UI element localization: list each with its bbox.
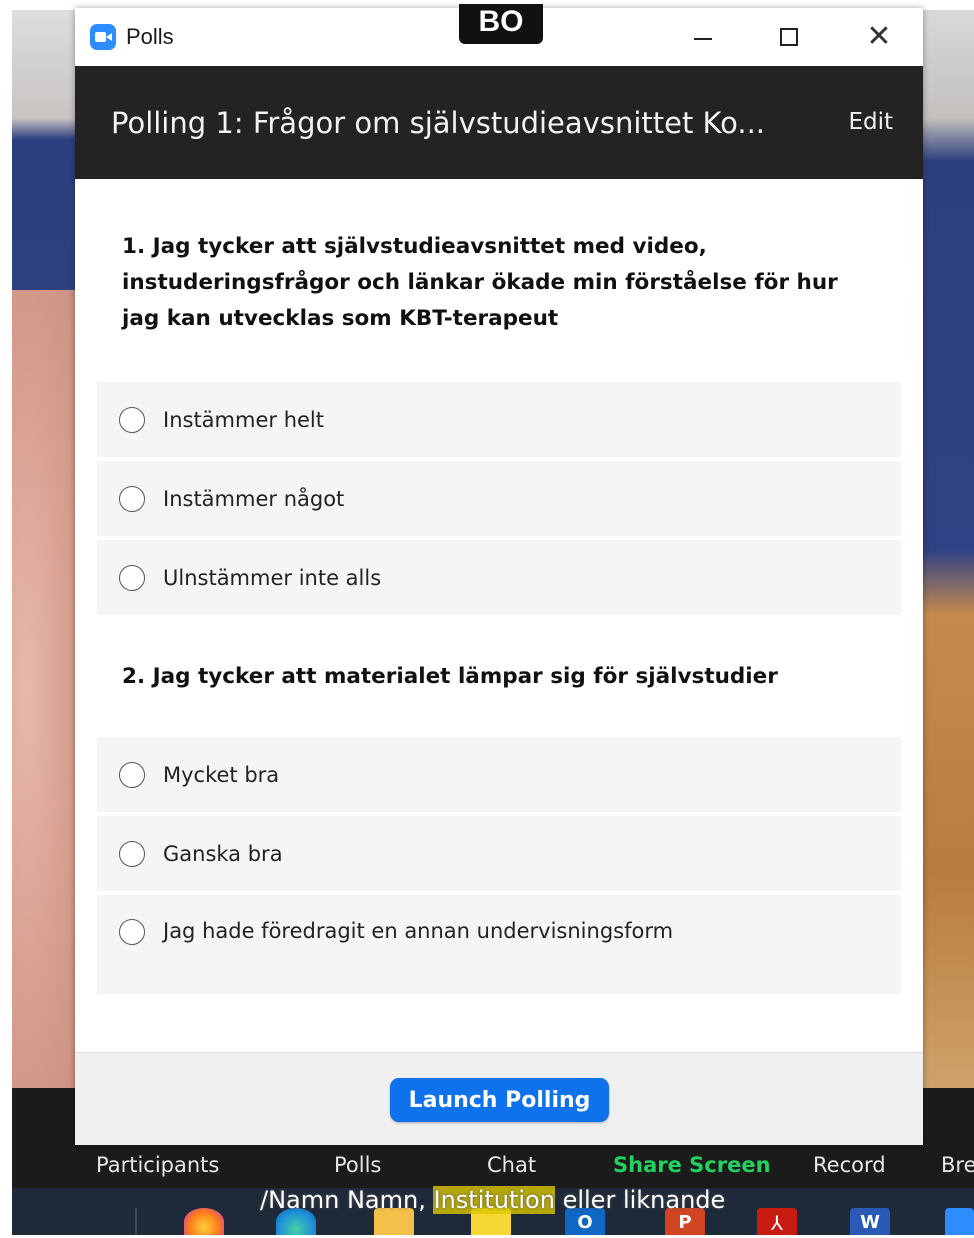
minimize-button[interactable] [683, 21, 723, 53]
option-label: Jag hade föredragit en annan undervisnin… [163, 919, 674, 943]
question-2-options: Mycket bra Ganska bra Jag hade föredragi… [97, 737, 901, 994]
radio-button[interactable] [119, 406, 145, 433]
maximize-button[interactable] [769, 21, 809, 53]
option-instammer-nagot[interactable]: Instämmer något [97, 461, 901, 540]
close-icon: ✕ [866, 19, 892, 54]
firefox-icon[interactable] [184, 1208, 224, 1235]
radio-button[interactable] [119, 761, 145, 788]
radio-button[interactable] [119, 919, 145, 945]
meeting-toolbar: Participants Polls Chat Share Screen Rec… [0, 1145, 974, 1189]
poll-title: Polling 1: Frågor om självstudieavsnitte… [111, 105, 766, 140]
word-icon[interactable]: W [850, 1208, 890, 1235]
participant-video-left [12, 290, 82, 1090]
window-title: Polls [126, 24, 174, 49]
option-instammer-helt[interactable]: Instämmer helt [97, 382, 901, 461]
caption-text: /Namn Namn, [260, 1186, 434, 1214]
participants-button[interactable]: Participants [96, 1153, 219, 1177]
caption-text-end: eller liknande [554, 1186, 726, 1214]
share-screen-button[interactable]: Share Screen [613, 1153, 771, 1177]
maximize-icon [780, 28, 798, 46]
polls-button[interactable]: Polls [334, 1153, 381, 1177]
participant-name-tag: BO [459, 4, 543, 44]
taskbar-divider [135, 1208, 137, 1235]
option-label: Ganska bra [163, 841, 283, 866]
caption-highlight: Institution [433, 1186, 555, 1214]
poll-body: 1. Jag tycker att självstudieavsnittet m… [75, 179, 923, 994]
close-button[interactable]: ✕ [859, 21, 899, 53]
option-ganska-bra[interactable]: Ganska bra [97, 816, 901, 895]
option-annan-undervisningsform[interactable]: Jag hade föredragit en annan undervisnin… [97, 895, 901, 994]
name-caption-overlay: /Namn Namn, Institution eller liknande [260, 1186, 725, 1214]
edit-button[interactable]: Edit [848, 109, 893, 135]
poll-footer: Launch Polling [75, 1052, 923, 1145]
acrobat-icon[interactable]: ⅄ [757, 1208, 797, 1235]
minimize-icon [694, 38, 712, 40]
zoom-icon[interactable] [945, 1208, 974, 1235]
question-1-options: Instämmer helt Instämmer något Ulnstämme… [97, 382, 901, 615]
option-instammer-inte-alls[interactable]: Ulnstämmer inte alls [97, 540, 901, 615]
option-mycket-bra[interactable]: Mycket bra [97, 737, 901, 816]
option-label: Instämmer helt [163, 407, 324, 432]
background-wall-right [914, 10, 974, 1090]
breakout-rooms-button[interactable]: Bre [941, 1153, 974, 1177]
option-label: Instämmer något [163, 486, 345, 511]
polls-window: Polls ✕ Polling 1: Frågor om självstudie… [75, 8, 923, 1145]
record-button[interactable]: Record [813, 1153, 886, 1177]
option-label: Ulnstämmer inte alls [163, 565, 382, 590]
poll-header: Polling 1: Frågor om självstudieavsnitte… [75, 66, 923, 179]
option-label: Mycket bra [163, 762, 280, 787]
zoom-app-icon [90, 24, 116, 50]
question-1-text: 1. Jag tycker att självstudieavsnittet m… [122, 234, 838, 331]
radio-button[interactable] [119, 564, 145, 591]
radio-button[interactable] [119, 485, 145, 512]
launch-polling-button[interactable]: Launch Polling [390, 1078, 609, 1122]
radio-button[interactable] [119, 840, 145, 867]
chat-button[interactable]: Chat [487, 1153, 536, 1177]
question-2-text: 2. Jag tycker att materialet lämpar sig … [122, 664, 778, 689]
